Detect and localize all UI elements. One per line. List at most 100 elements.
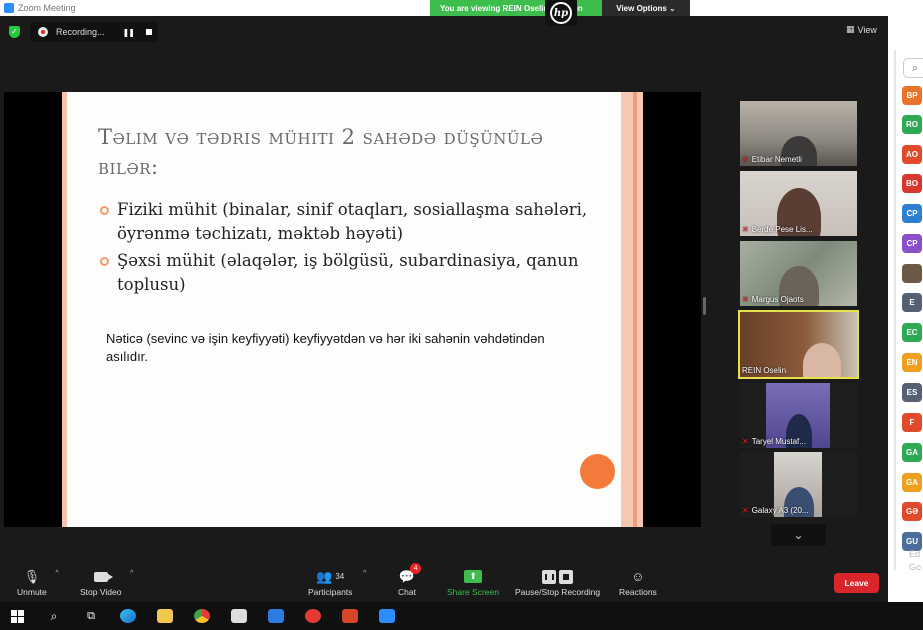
chat-button[interactable]: 💬 4 Chat: [398, 563, 422, 597]
pause-recording-icon[interactable]: ❚❚: [123, 28, 135, 37]
avatar-initials: GA: [906, 478, 918, 487]
muted-mic-icon: ✕: [742, 437, 749, 446]
participants-icon: 👥 34: [316, 568, 345, 584]
chevron-down-icon: ⌄: [793, 528, 804, 542]
video-options-caret-icon[interactable]: ^: [130, 570, 133, 577]
windows-start-icon[interactable]: [2, 602, 32, 630]
panel-resize-handle[interactable]: [703, 297, 706, 315]
stop-video-button[interactable]: Stop Video ^: [80, 568, 133, 597]
bullet-item: Fiziki mühit (binalar, sinif otaqları, s…: [100, 198, 600, 246]
participant-avatar[interactable]: BO: [902, 174, 922, 193]
shared-screen: Təlim və tədris mühiti 2 sahədə düşünülə…: [4, 92, 701, 527]
meeting-toolbar: 🎙 Unmute ^ Stop Video ^ 👥 34 Participants…: [0, 560, 888, 602]
participant-avatar[interactable]: AO: [902, 145, 922, 164]
avatar-initials: CP: [906, 209, 918, 218]
slide-bullets: Fiziki mühit (binalar, sinif otaqları, s…: [100, 198, 600, 300]
video-tile[interactable]: ✕ Margus Ojaots: [740, 241, 857, 306]
search-icon[interactable]: ⌕: [39, 602, 69, 630]
tile-name: REIN Oselin: [742, 366, 786, 375]
view-options-button[interactable]: View Options ⌄: [602, 0, 690, 16]
participant-avatar[interactable]: ES: [902, 383, 922, 402]
participant-avatar[interactable]: GƏ: [902, 502, 922, 521]
participant-avatar[interactable]: F: [902, 413, 922, 432]
participants-button[interactable]: 👥 34 Participants ^: [308, 568, 366, 598]
view-label: View: [857, 24, 877, 35]
slide-title: Təlim və tədris mühiti 2 sahədə düşünülə…: [98, 125, 544, 179]
participant-avatar[interactable]: RO: [902, 115, 922, 134]
video-camera-icon: [93, 568, 113, 585]
task-view-icon[interactable]: ⧉: [76, 602, 106, 630]
opera-browser-icon[interactable]: [298, 602, 328, 630]
share-screen-label: Share Screen: [447, 587, 499, 597]
window-title: Zoom Meeting: [18, 3, 76, 13]
participant-avatar[interactable]: EN: [902, 353, 922, 372]
share-screen-button[interactable]: ⬆ Share Screen: [447, 568, 499, 597]
tile-name: ✕ Taryel Mustaf...: [742, 437, 806, 446]
avatar-initials: BP: [906, 91, 918, 100]
hp-logo: hp: [545, 0, 577, 26]
avatar-initials: EN: [906, 358, 918, 367]
video-tile[interactable]: ✕ Taryel Mustaf...: [740, 383, 857, 448]
audio-options-caret-icon[interactable]: ^: [55, 570, 58, 577]
avatar-initials: EC: [906, 328, 918, 337]
pause-stop-recording-label: Pause/Stop Recording: [515, 587, 601, 597]
recording-indicator: Recording... ❚❚: [30, 22, 158, 42]
unmute-button[interactable]: 🎙 Unmute ^: [17, 568, 59, 598]
participant-avatar[interactable]: CP: [902, 234, 922, 253]
video-tile-active-speaker[interactable]: REIN Oselin: [738, 310, 859, 379]
windows-taskbar: ⌕ ⧉: [0, 602, 923, 630]
avatar-initials: E: [909, 298, 915, 307]
view-layout-button[interactable]: ▦ View: [846, 24, 877, 35]
participant-avatar[interactable]: CP: [902, 204, 922, 223]
bullet-text: Şəxsi mühit (əlaqələr, iş bölgüsü, subar…: [117, 251, 579, 294]
edge-browser-icon[interactable]: [113, 602, 143, 630]
orange-circle-decoration: [580, 454, 615, 489]
truncated-text-line: Go: [909, 562, 922, 572]
avatar-initials: CP: [906, 239, 918, 248]
chat-bubble-icon: 💬 4: [399, 563, 422, 585]
truncated-text-line: Ed: [909, 549, 921, 559]
avatar-initials: RO: [906, 120, 918, 129]
powerpoint-icon[interactable]: [335, 602, 365, 630]
muted-mic-icon: ✕: [742, 295, 749, 304]
video-tile[interactable]: ✕ Galaxy A3 (20...: [740, 452, 857, 517]
video-tile[interactable]: ✕ Etibar Nemetli: [740, 101, 857, 166]
tile-name-text: Berde Pese Lis...: [751, 225, 813, 234]
leave-button[interactable]: Leave: [834, 573, 879, 593]
chat-unread-badge: 4: [410, 563, 422, 574]
tile-name: ✕ Galaxy A3 (20...: [742, 506, 809, 515]
scroll-down-button[interactable]: ⌄: [771, 524, 826, 546]
participant-avatar[interactable]: EC: [902, 323, 922, 342]
avatar-initials: AO: [906, 150, 918, 159]
hp-logo-text: hp: [550, 2, 572, 24]
muted-microphone-icon: 🎙: [23, 568, 41, 584]
participant-avatar[interactable]: BP: [902, 86, 922, 105]
muted-mic-icon: ✕: [742, 225, 749, 234]
avatar-initials: GƏ: [905, 507, 919, 516]
meeting-area: ✓ Recording... ❚❚ ▦ View Təlim və tədris…: [0, 16, 888, 602]
participant-avatar[interactable]: E: [902, 293, 922, 312]
pause-stop-recording-button[interactable]: Pause/Stop Recording: [515, 568, 600, 597]
store-icon[interactable]: [224, 602, 254, 630]
chrome-browser-icon[interactable]: [187, 602, 217, 630]
security-shield-icon[interactable]: ✓: [9, 26, 20, 38]
recording-dot-icon: [38, 27, 48, 37]
zoom-taskbar-icon[interactable]: [372, 602, 402, 630]
avatar-initials: GA: [906, 448, 918, 457]
participant-avatar[interactable]: GA: [902, 443, 922, 462]
participants-caret-icon[interactable]: ^: [363, 570, 366, 577]
participant-figure: [802, 343, 841, 377]
participant-avatar-photo[interactable]: [902, 264, 922, 283]
file-explorer-icon[interactable]: [150, 602, 180, 630]
search-participants-icon[interactable]: ⌕: [903, 58, 923, 78]
muted-mic-icon: ✕: [742, 155, 749, 164]
participant-avatar[interactable]: GA: [902, 473, 922, 492]
participants-label: Participants: [308, 587, 353, 597]
video-tile[interactable]: ✕ Berde Pese Lis...: [740, 171, 857, 236]
slide-right-stripe: [621, 92, 643, 527]
mail-icon[interactable]: [261, 602, 291, 630]
reactions-button[interactable]: ☺ Reactions: [619, 568, 657, 597]
presentation-slide: Təlim və tədris mühiti 2 sahədə düşünülə…: [62, 92, 643, 527]
recording-label: Recording...: [56, 27, 105, 37]
stop-recording-icon[interactable]: [145, 29, 152, 35]
